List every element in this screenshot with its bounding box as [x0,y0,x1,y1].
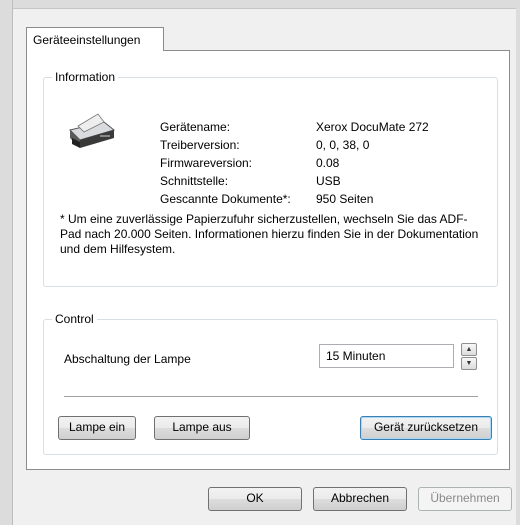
scanned-documents-label: Gescannte Dokumente*: [160,192,291,206]
lamp-timeout-value: 15 Minuten [326,349,386,363]
control-group: Control Abschaltung der Lampe 15 Minuten… [43,312,498,455]
control-group-title: Control [52,312,97,326]
window-frame-right [516,0,520,525]
scanner-icon [69,113,116,148]
info-row-firmware-version: Firmwareversion: 0.08 [160,156,480,172]
cancel-button[interactable]: Abbrechen [313,487,407,511]
spin-up-arrow-icon[interactable]: ▲ [461,343,477,356]
info-row-device-name: Gerätename: Xerox DocuMate 272 [160,120,480,136]
spin-down-arrow-icon[interactable]: ▼ [461,357,477,370]
scanned-documents-value: 950 Seiten [316,192,374,206]
tab-device-settings[interactable]: Geräteeinstellungen [26,27,164,51]
driver-version-label: Treiberversion: [160,138,240,152]
driver-version-value: 0, 0, 38, 0 [316,138,370,152]
control-separator [64,396,478,398]
window-frame-left [0,0,13,525]
interface-value: USB [316,174,341,188]
info-row-interface: Schnittstelle: USB [160,174,480,190]
window-frame-top [0,0,520,9]
apply-button[interactable]: Übernehmen [418,487,512,511]
reset-device-button[interactable]: Gerät zurücksetzen [360,416,492,440]
lamp-off-button[interactable]: Lampe aus [154,416,250,440]
firmware-version-label: Firmwareversion: [160,156,253,170]
ok-button[interactable]: OK [208,487,302,511]
interface-label: Schnittstelle: [160,174,229,188]
adf-pad-note: * Um eine zuverlässige Papierzufuhr sich… [60,212,479,256]
info-row-scanned-documents: Gescannte Dokumente*: 950 Seiten [160,192,480,208]
lamp-on-button[interactable]: Lampe ein [58,416,136,440]
tab-label: Geräteeinstellungen [33,33,141,47]
device-name-label: Gerätename: [160,120,231,134]
info-row-driver-version: Treiberversion: 0, 0, 38, 0 [160,138,480,154]
information-group: Information Gerätename: Xerox DocuMate 2… [43,70,498,287]
device-name-value: Xerox DocuMate 272 [316,120,429,134]
lamp-timeout-spinner[interactable]: ▲ ▼ [461,343,477,370]
lamp-timeout-field[interactable]: 15 Minuten [319,344,454,368]
information-group-title: Information [52,70,119,84]
lamp-timeout-label: Abschaltung der Lampe [64,352,191,366]
device-settings-panel: Information Gerätename: Xerox DocuMate 2… [26,50,510,470]
firmware-version-value: 0.08 [316,156,340,170]
